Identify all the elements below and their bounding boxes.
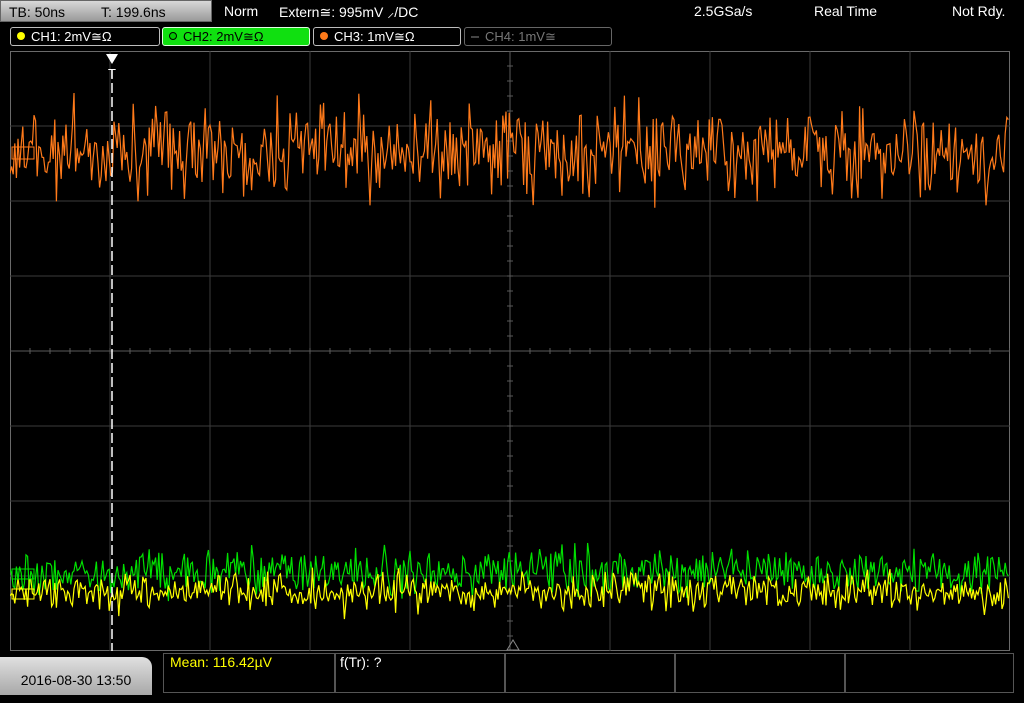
measurement-3-cell[interactable] bbox=[505, 653, 675, 693]
channel-4-button[interactable]: CH4: 1mV≅ bbox=[464, 27, 612, 46]
channel-2-dot-icon bbox=[169, 32, 177, 40]
channel-1-button[interactable]: CH1: 2mV≅Ω bbox=[10, 27, 160, 46]
channel-2-button[interactable]: CH2: 2mV≅Ω bbox=[162, 27, 310, 46]
channel-3-trace bbox=[10, 92, 1009, 208]
measurement-4-cell[interactable] bbox=[675, 653, 845, 693]
datetime-display: 2016-08-30 13:50 bbox=[0, 657, 152, 695]
channel-4-dot-icon bbox=[471, 36, 479, 38]
acquisition-mode[interactable]: Real Time bbox=[814, 3, 877, 19]
run-status: Not Rdy. bbox=[952, 3, 1006, 19]
waveform-display[interactable]: T bbox=[10, 51, 1010, 651]
trigger-arrow-icon[interactable] bbox=[106, 54, 118, 64]
trigger-time-label: T: 199.6ns bbox=[101, 4, 166, 20]
channel-2-label: CH2: 2mV≅Ω bbox=[183, 29, 264, 44]
trigger-t-icon: T bbox=[108, 66, 116, 81]
measurement-5-cell[interactable] bbox=[845, 653, 1014, 693]
channel-bar: CH1: 2mV≅Ω CH2: 2mV≅Ω CH3: 1mV≅Ω CH4: 1m… bbox=[0, 25, 1024, 49]
channel-4-label: CH4: 1mV≅ bbox=[485, 29, 556, 44]
measurement-1-value: Mean: 116.42µV bbox=[170, 654, 272, 670]
horizontal-settings-box[interactable]: TB: 50ns T: 199.6ns bbox=[0, 0, 212, 22]
datetime-label: 2016-08-30 13:50 bbox=[20, 672, 132, 688]
reference-triangle-icon bbox=[506, 639, 520, 651]
channel-1-dot-icon bbox=[17, 32, 25, 40]
trigger-source[interactable]: Extern≅: 995mV ⸝/DC bbox=[279, 3, 418, 22]
trigger-mode[interactable]: Norm bbox=[224, 3, 258, 19]
channel-1-label: CH1: 2mV≅Ω bbox=[31, 29, 112, 44]
channel-3-dot-icon bbox=[320, 32, 328, 40]
channel-3-label: CH3: 1mV≅Ω bbox=[334, 29, 415, 44]
sample-rate: 2.5GSa/s bbox=[694, 3, 753, 19]
measurement-2-value: f(Tr): ? bbox=[340, 654, 382, 670]
timebase-label: TB: 50ns bbox=[9, 4, 66, 20]
status-bar: TB: 50ns T: 199.6ns Norm Extern≅: 995mV … bbox=[0, 0, 1024, 24]
channel-3-button[interactable]: CH3: 1mV≅Ω bbox=[313, 27, 461, 46]
